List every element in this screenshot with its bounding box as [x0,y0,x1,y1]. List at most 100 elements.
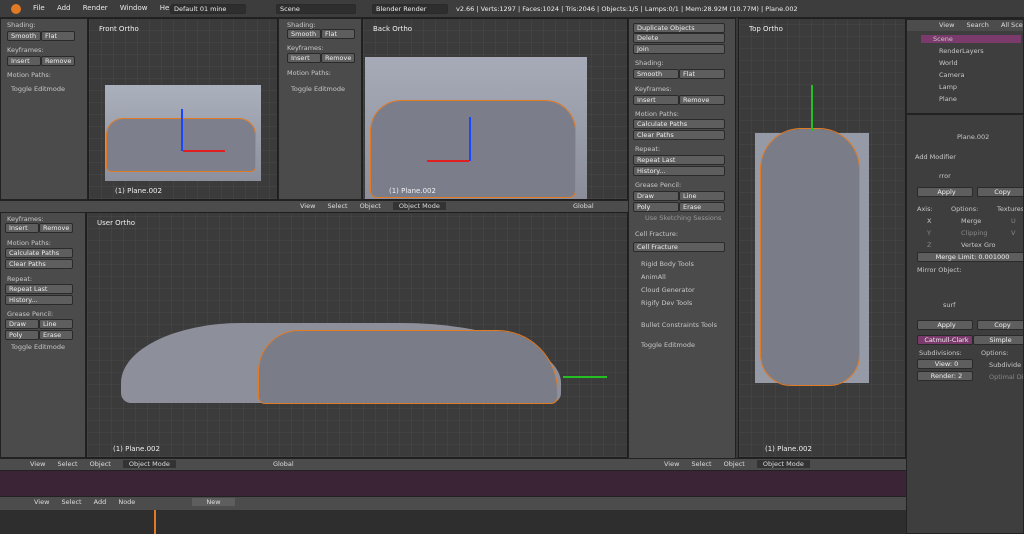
outliner-view-menu[interactable]: View [939,21,954,29]
repeat-last-button[interactable]: Repeat Last [5,284,73,294]
insert-key-button[interactable]: Insert [5,223,39,233]
viewport-back-ortho[interactable]: Back Ortho (1) Plane.002 [362,18,628,200]
optimal-display-checkbox[interactable]: Optimal Dis [989,373,1023,381]
clear-paths-button[interactable]: Clear Paths [5,259,73,269]
mirror-copy-button[interactable]: Copy [977,187,1023,197]
erase-button[interactable]: Erase [39,330,73,340]
scene-selector[interactable]: Scene [276,4,356,14]
viewport-front-ortho[interactable]: Front Ortho (1) Plane.002 [88,18,278,200]
object-menu[interactable]: Object [90,460,111,468]
object-menu[interactable]: Object [724,460,745,468]
draw-button[interactable]: Draw [5,319,39,329]
select-menu[interactable]: Select [692,460,712,468]
cell-fracture-button[interactable]: Cell Fracture [633,242,725,252]
select-menu[interactable]: Select [328,202,348,210]
subsurf-copy-button[interactable]: Copy [977,320,1023,330]
axis-x-checkbox[interactable]: X [927,217,931,225]
subdivide-uvs-checkbox[interactable]: Subdivide U [989,361,1023,369]
texture-u-checkbox[interactable]: U [1011,217,1016,225]
subsurf-modifier-name[interactable]: surf [943,301,955,309]
smooth-button[interactable]: Smooth [7,31,41,41]
duplicate-objects-button[interactable]: Duplicate Objects [633,23,725,33]
clear-paths-button[interactable]: Clear Paths [633,130,725,140]
merge-checkbox[interactable]: Merge [961,217,981,225]
add-modifier-dropdown[interactable]: Add Modifier [915,153,956,161]
cloud-generator-panel[interactable]: Cloud Generator [641,286,695,294]
calculate-paths-button[interactable]: Calculate Paths [633,119,725,129]
outliner-item-scene[interactable]: Scene [921,35,1021,43]
draw-button[interactable]: Draw [633,191,679,201]
select-menu[interactable]: Select [58,460,78,468]
remove-key-button[interactable]: Remove [39,223,73,233]
remove-key-button[interactable]: Remove [679,95,725,105]
axis-y-checkbox[interactable]: Y [927,229,931,237]
insert-key-button[interactable]: Insert [633,95,679,105]
outliner-item-renderlayers[interactable]: RenderLayers [939,47,984,55]
subsurf-apply-button[interactable]: Apply [917,320,973,330]
render-levels-field[interactable]: Render: 2 [917,371,973,381]
join-button[interactable]: Join [633,44,725,54]
remove-key-button[interactable]: Remove [41,56,75,66]
layout-selector[interactable]: Default 01 mine [170,4,246,14]
menu-file[interactable]: File [33,4,45,12]
remove-key-button[interactable]: Remove [321,53,355,63]
view-menu[interactable]: View [30,460,45,468]
texture-v-checkbox[interactable]: V [1011,229,1015,237]
repeat-last-button[interactable]: Repeat Last [633,155,725,165]
view-levels-field[interactable]: View: 0 [917,359,973,369]
current-frame-marker[interactable] [154,510,156,534]
outliner-item-camera[interactable]: Camera [939,71,965,79]
outliner-item-lamp[interactable]: Lamp [939,83,957,91]
blender-logo-icon[interactable] [11,4,21,14]
rigify-dev-tools-panel[interactable]: Rigify Dev Tools [641,299,692,307]
animall-panel[interactable]: AnimAll [641,273,666,281]
line-button[interactable]: Line [39,319,73,329]
toggle-editmode[interactable]: Toggle Editmode [641,341,695,349]
catmull-clark-tab[interactable]: Catmull-Clark [917,335,973,345]
smooth-button[interactable]: Smooth [287,29,321,39]
line-button[interactable]: Line [679,191,725,201]
outliner-item-world[interactable]: World [939,59,958,67]
poly-button[interactable]: Poly [633,202,679,212]
insert-key-button[interactable]: Insert [287,53,321,63]
timeline-strip[interactable] [0,470,906,496]
object-menu[interactable]: Object [360,202,381,210]
clipping-checkbox[interactable]: Clipping [961,229,987,237]
calculate-paths-button[interactable]: Calculate Paths [5,248,73,258]
insert-key-button[interactable]: Insert [7,56,41,66]
mode-selector[interactable]: Object Mode [756,460,810,468]
flat-button[interactable]: Flat [679,69,725,79]
history-button[interactable]: History... [633,166,725,176]
node-select-menu[interactable]: Select [62,498,82,506]
transform-orientation[interactable]: Global [573,202,594,210]
menu-window[interactable]: Window [120,4,148,12]
history-button[interactable]: History... [5,295,73,305]
bullet-constraints-panel[interactable]: Bullet Constraints Tools [641,321,717,329]
flat-button[interactable]: Flat [321,29,355,39]
erase-button[interactable]: Erase [679,202,725,212]
merge-limit-field[interactable]: Merge Limit: 0.001000 [917,252,1023,262]
vertex-group-checkbox[interactable]: Vertex Gro [961,241,996,249]
menu-render[interactable]: Render [83,4,108,12]
poly-button[interactable]: Poly [5,330,39,340]
node-view-menu[interactable]: View [34,498,49,506]
simple-tab[interactable]: Simple [973,335,1023,345]
render-engine-selector[interactable]: Blender Render [372,4,448,14]
viewport-top-ortho[interactable]: Top Ortho (1) Plane.002 [738,18,906,458]
outliner-display-mode[interactable]: All Scenes [1001,21,1023,29]
mode-selector[interactable]: Object Mode [122,460,176,468]
mirror-modifier-name[interactable]: rror [939,172,951,180]
outliner-search-menu[interactable]: Search [967,21,989,29]
mode-selector[interactable]: Object Mode [392,202,446,210]
smooth-button[interactable]: Smooth [633,69,679,79]
mirror-apply-button[interactable]: Apply [917,187,973,197]
node-menu[interactable]: Node [118,498,135,506]
timeline-ruler[interactable] [0,510,906,534]
axis-z-checkbox[interactable]: Z [927,241,931,249]
toggle-editmode[interactable]: Toggle Editmode [11,85,65,93]
use-sketching-checkbox[interactable]: Use Sketching Sessions [645,214,721,222]
view-menu[interactable]: View [300,202,315,210]
viewport-user-ortho[interactable]: User Ortho (1) Plane.002 [86,212,628,458]
view-menu[interactable]: View [664,460,679,468]
rigid-body-tools-panel[interactable]: Rigid Body Tools [641,260,694,268]
